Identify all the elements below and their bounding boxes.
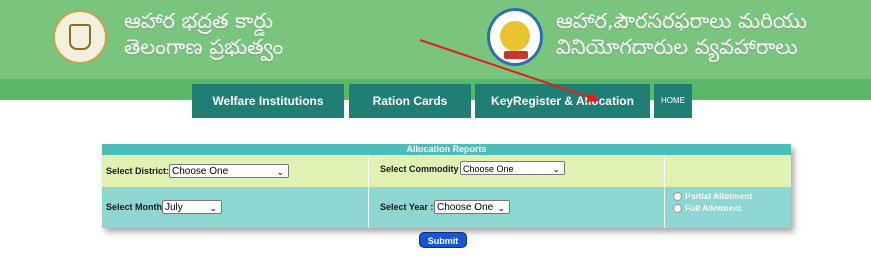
- commodity-select[interactable]: Choose One ⌄: [460, 161, 565, 175]
- column-divider: [664, 155, 665, 228]
- form-title: Allocation Reports: [102, 144, 791, 155]
- chevron-down-icon: ⌄: [276, 167, 284, 177]
- district-select[interactable]: Choose One ⌄: [169, 164, 289, 178]
- district-label: Select District:*: [106, 166, 173, 176]
- month-select[interactable]: July ⌄: [162, 200, 222, 214]
- form-row-1: Select District:* Choose One⌄ Select Com…: [102, 155, 791, 187]
- chevron-down-icon: ⌄: [497, 203, 505, 213]
- commodity-label: Select Commodity :*: [380, 164, 468, 174]
- year-select[interactable]: Choose One ⌄: [434, 200, 510, 214]
- chevron-down-icon: ⌄: [209, 203, 217, 213]
- chevron-down-icon: ⌄: [552, 164, 560, 174]
- full-allotment-radio[interactable]: [673, 204, 682, 213]
- full-allotment-label: Full Allotment: [685, 203, 742, 213]
- partial-allotment-label: Partial Allotment: [685, 191, 753, 201]
- column-divider: [368, 155, 369, 228]
- allocation-report-form: Allocation Reports Select District:* Cho…: [102, 144, 791, 228]
- form-row-2: Select Month:* July⌄ Select Year :* Choo…: [102, 187, 791, 228]
- month-label: Select Month:*: [106, 202, 169, 212]
- year-label: Select Year :*: [380, 202, 437, 212]
- submit-button[interactable]: Submit: [419, 232, 467, 248]
- partial-allotment-radio[interactable]: [673, 192, 682, 201]
